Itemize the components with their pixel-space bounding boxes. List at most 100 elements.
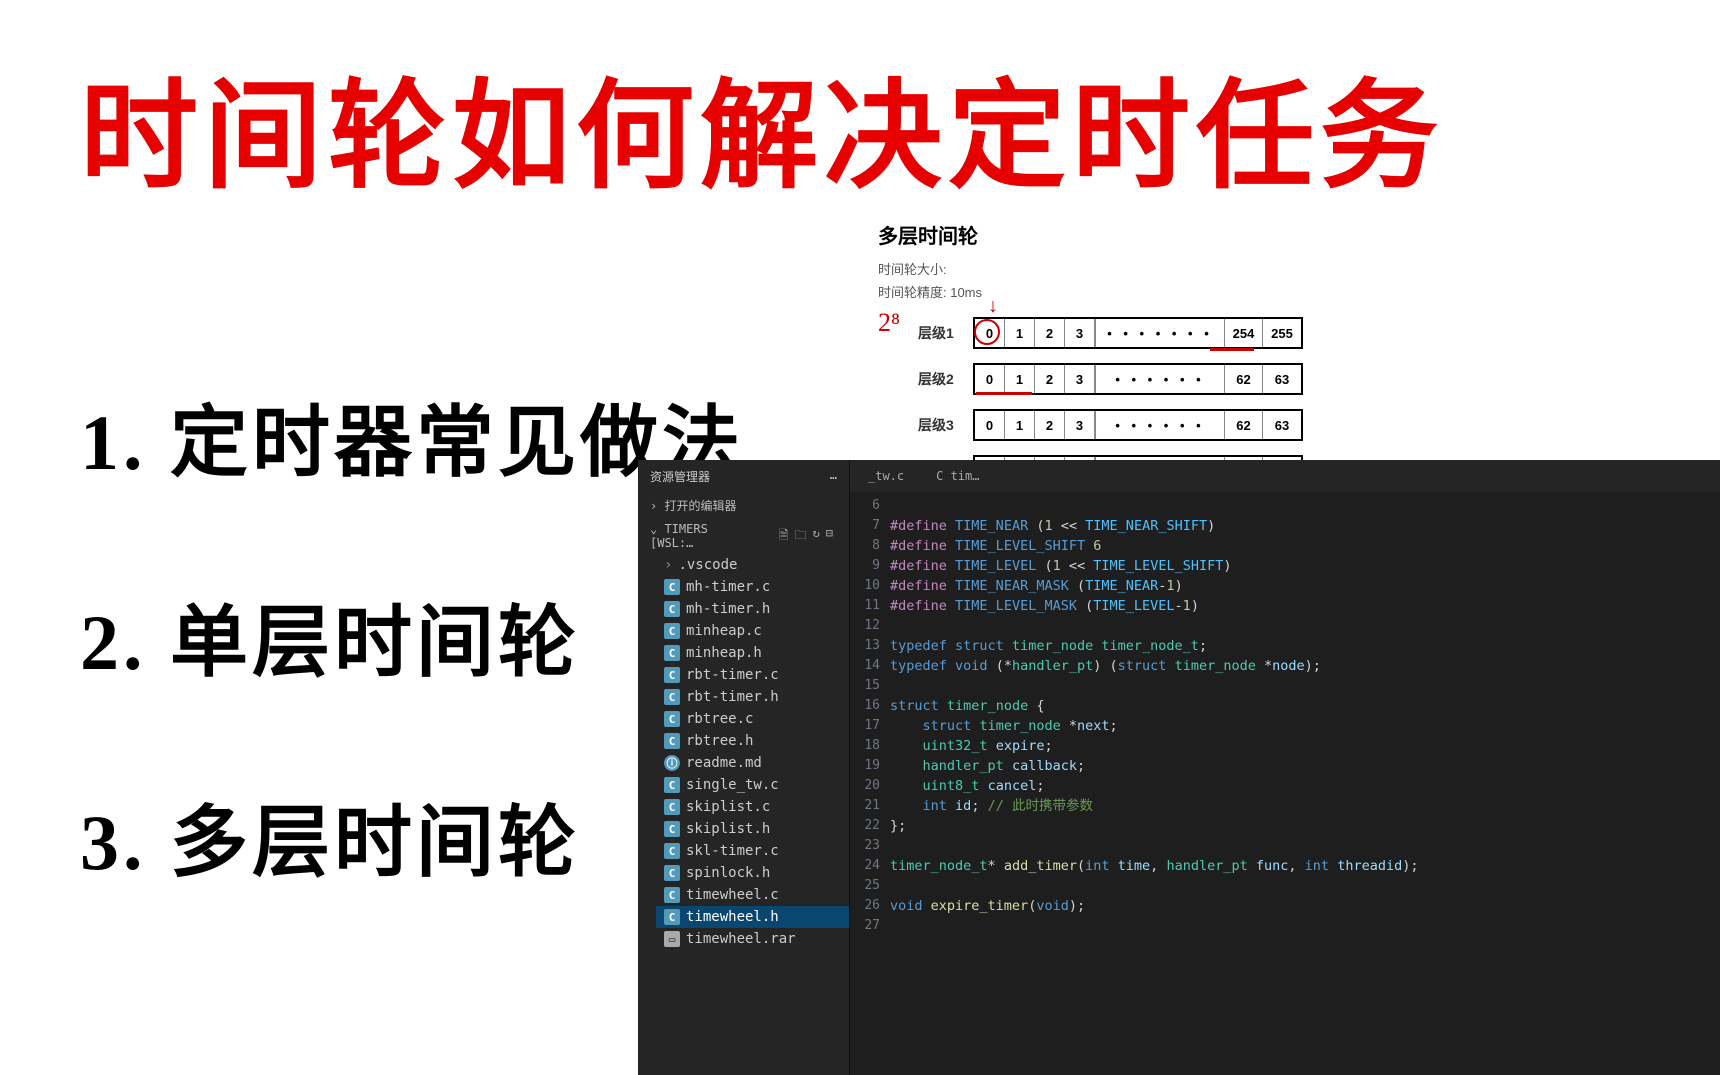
- line-number-gutter: 6789101112131415161718192021222324252627: [850, 496, 890, 1075]
- file-item-rbtree-h[interactable]: Crbtree.h: [656, 730, 849, 752]
- more-icon[interactable]: …: [830, 468, 837, 485]
- file-type-icon: C: [664, 887, 680, 903]
- file-type-icon: C: [664, 623, 680, 639]
- code-line[interactable]: };: [890, 816, 1720, 836]
- file-item-skiplist-c[interactable]: Cskiplist.c: [656, 796, 849, 818]
- cell: 1: [1005, 319, 1035, 347]
- file-item-timewheel-h[interactable]: Ctimewheel.h: [656, 906, 849, 928]
- file-name: rbt-timer.c: [686, 667, 779, 683]
- code-line[interactable]: struct timer_node *next;: [890, 716, 1720, 736]
- file-item-mh-timer-h[interactable]: Cmh-timer.h: [656, 598, 849, 620]
- file-type-icon: ▭: [664, 931, 680, 947]
- file-type-icon: C: [664, 799, 680, 815]
- code-line[interactable]: [890, 616, 1720, 636]
- file-type-icon: C: [664, 689, 680, 705]
- file-type-icon: C: [664, 777, 680, 793]
- code-line[interactable]: [890, 676, 1720, 696]
- file-type-icon: ⓘ: [664, 755, 680, 771]
- cell: 63: [1263, 365, 1301, 393]
- level-row-2: 层级20123• • • • • •6263: [918, 363, 1720, 395]
- file-type-icon: C: [664, 667, 680, 683]
- underline-annotation: [976, 392, 1032, 395]
- vscode-sidebar: 资源管理器 … 打开的编辑器 TIMERS [WSL:… 🗎 🗀 ↻ ⊟ .vs…: [638, 460, 850, 1075]
- code-line[interactable]: #define TIME_LEVEL_MASK (TIME_LEVEL-1): [890, 596, 1720, 616]
- file-name: skiplist.c: [686, 799, 770, 815]
- code-line[interactable]: #define TIME_NEAR (1 << TIME_NEAR_SHIFT): [890, 516, 1720, 536]
- cell: 62: [1225, 365, 1263, 393]
- code-line[interactable]: uint8_t cancel;: [890, 776, 1720, 796]
- file-name: timewheel.h: [686, 909, 779, 925]
- code-line[interactable]: int id; // 此时携带参数: [890, 796, 1720, 816]
- circle-annotation-icon: [974, 319, 1000, 345]
- cell: 3: [1065, 319, 1095, 347]
- workspace-section[interactable]: TIMERS [WSL:…: [638, 518, 769, 554]
- tab-twc[interactable]: _tw.c: [858, 463, 914, 489]
- folder-vscode[interactable]: .vscode: [656, 554, 849, 576]
- code-line[interactable]: typedef struct timer_node timer_node_t;: [890, 636, 1720, 656]
- cell: 254: [1225, 319, 1263, 347]
- file-type-icon: C: [664, 909, 680, 925]
- code-area[interactable]: 6789101112131415161718192021222324252627…: [850, 492, 1720, 1075]
- cell-ellipsis: • • • • • • •: [1095, 319, 1225, 347]
- code-line[interactable]: handler_pt callback;: [890, 756, 1720, 776]
- code-line[interactable]: uint32_t expire;: [890, 736, 1720, 756]
- file-name: spinlock.h: [686, 865, 770, 881]
- code-content[interactable]: #define TIME_NEAR (1 << TIME_NEAR_SHIFT)…: [890, 496, 1720, 1075]
- diagram-title: 多层时间轮: [878, 220, 1720, 249]
- cell: 1: [1005, 365, 1035, 393]
- vscode-editor-panel: 资源管理器 … 打开的编辑器 TIMERS [WSL:… 🗎 🗀 ↻ ⊟ .vs…: [638, 460, 1720, 1075]
- file-name: timewheel.c: [686, 887, 779, 903]
- cell: 3: [1065, 411, 1095, 439]
- code-line[interactable]: [890, 836, 1720, 856]
- code-line[interactable]: void expire_timer(void);: [890, 896, 1720, 916]
- file-name: rbt-timer.h: [686, 689, 779, 705]
- arrow-annotation-icon: ↓: [988, 295, 998, 318]
- file-item-spinlock-h[interactable]: Cspinlock.h: [656, 862, 849, 884]
- file-name: timewheel.rar: [686, 931, 796, 947]
- refresh-icon[interactable]: ↻: [813, 526, 820, 547]
- code-line[interactable]: typedef void (*handler_pt) (struct timer…: [890, 656, 1720, 676]
- file-item-skiplist-h[interactable]: Cskiplist.h: [656, 818, 849, 840]
- tab-tim[interactable]: C tim…: [926, 463, 989, 489]
- code-line[interactable]: [890, 916, 1720, 936]
- file-item-skl-timer-c[interactable]: Cskl-timer.c: [656, 840, 849, 862]
- code-line[interactable]: timer_node_t* add_timer(int time, handle…: [890, 856, 1720, 876]
- file-item-readme-md[interactable]: ⓘreadme.md: [656, 752, 849, 774]
- file-item-timewheel-c[interactable]: Ctimewheel.c: [656, 884, 849, 906]
- new-folder-icon[interactable]: 🗀: [795, 526, 807, 547]
- code-line[interactable]: #define TIME_LEVEL_SHIFT 6: [890, 536, 1720, 556]
- cell-ellipsis: • • • • • •: [1095, 411, 1225, 439]
- file-item-mh-timer-c[interactable]: Cmh-timer.c: [656, 576, 849, 598]
- cell: 0: [975, 365, 1005, 393]
- file-type-icon: C: [664, 645, 680, 661]
- level-label: 层级2: [918, 369, 973, 389]
- file-item-rbt-timer-h[interactable]: Crbt-timer.h: [656, 686, 849, 708]
- file-item-minheap-c[interactable]: Cminheap.c: [656, 620, 849, 642]
- outline-item-3: 3. 多层时间轮: [80, 780, 580, 892]
- file-type-icon: C: [664, 711, 680, 727]
- file-item-rbtree-c[interactable]: Crbtree.c: [656, 708, 849, 730]
- tab-bar: _tw.c C tim…: [850, 460, 1720, 492]
- file-item-timewheel-rar[interactable]: ▭ timewheel.rar: [656, 928, 849, 950]
- cell: 3: [1065, 365, 1095, 393]
- code-line[interactable]: struct timer_node {: [890, 696, 1720, 716]
- file-name: single_tw.c: [686, 777, 779, 793]
- file-name: minheap.h: [686, 645, 762, 661]
- new-file-icon[interactable]: 🗎: [779, 526, 789, 547]
- file-item-single_tw-c[interactable]: Csingle_tw.c: [656, 774, 849, 796]
- file-item-rbt-timer-c[interactable]: Crbt-timer.c: [656, 664, 849, 686]
- file-name: minheap.c: [686, 623, 762, 639]
- cell-ellipsis: • • • • • •: [1095, 365, 1225, 393]
- file-item-minheap-h[interactable]: Cminheap.h: [656, 642, 849, 664]
- file-type-icon: C: [664, 865, 680, 881]
- file-type-icon: C: [664, 601, 680, 617]
- outline-item-2: 2. 单层时间轮: [80, 580, 580, 692]
- code-line[interactable]: [890, 876, 1720, 896]
- code-line[interactable]: #define TIME_NEAR_MASK (TIME_NEAR-1): [890, 576, 1720, 596]
- code-line[interactable]: #define TIME_LEVEL (1 << TIME_LEVEL_SHIF…: [890, 556, 1720, 576]
- file-type-icon: C: [664, 733, 680, 749]
- open-editors-section[interactable]: 打开的编辑器: [638, 493, 849, 518]
- code-line[interactable]: [890, 496, 1720, 516]
- collapse-icon[interactable]: ⊟: [826, 526, 833, 547]
- file-type-icon: C: [664, 579, 680, 595]
